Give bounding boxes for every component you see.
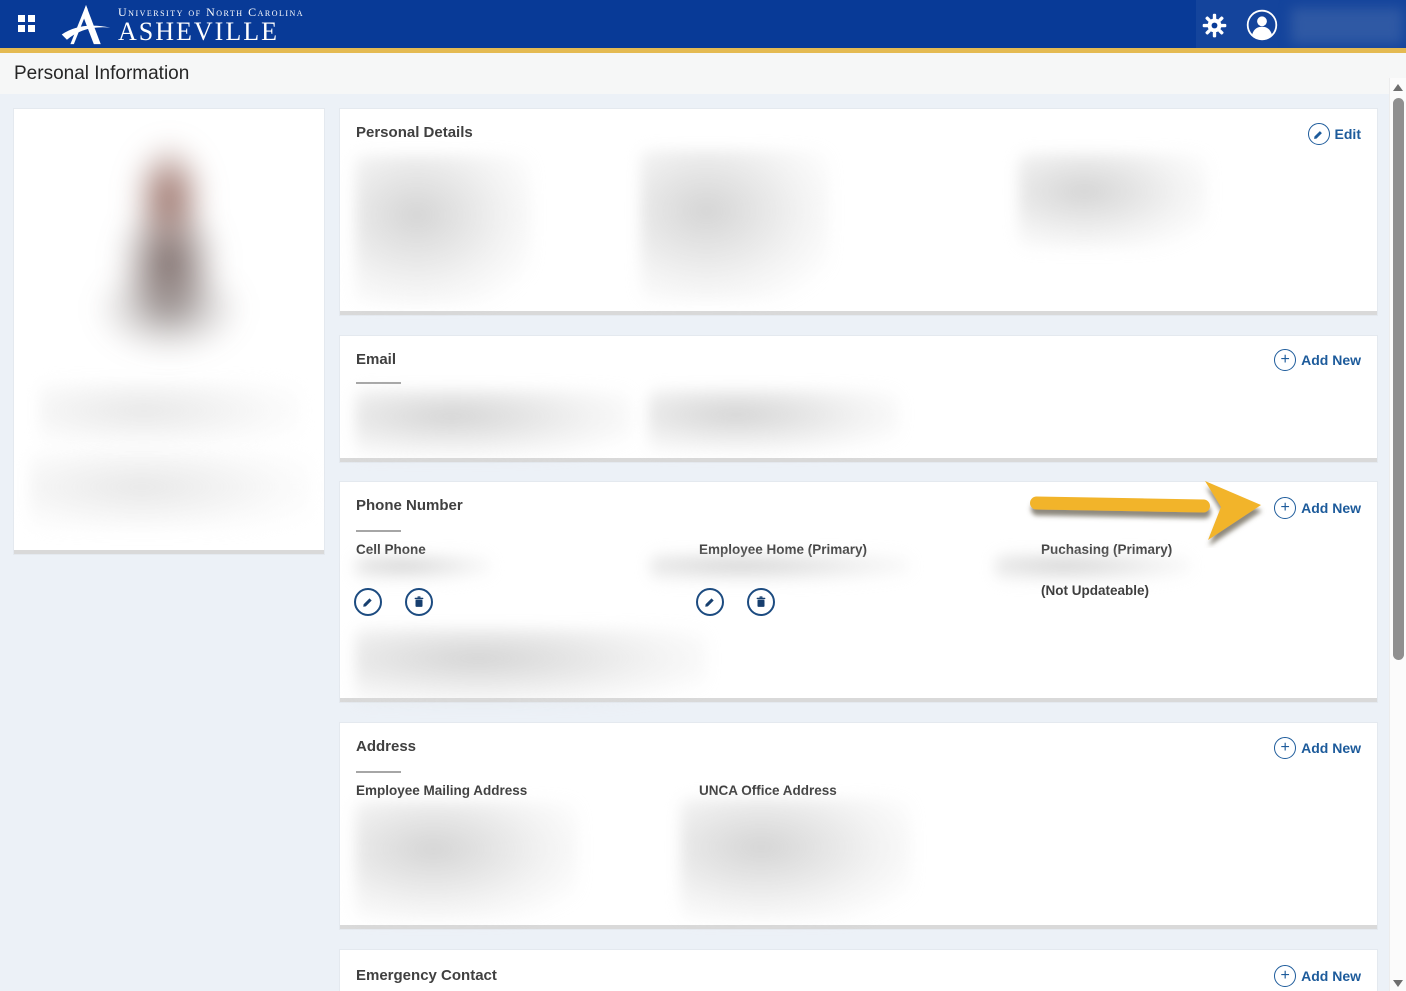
scrollbar-thumb[interactable] [1393,98,1404,660]
address-card: Address + Add New Employee Mailing Addre… [340,723,1377,929]
emergency-contact-title: Emergency Contact [356,967,497,984]
add-new-label: Add New [1301,740,1361,756]
settings-gear-icon[interactable] [1198,9,1230,41]
profile-photo-redacted [69,111,269,411]
email-title-underline [356,382,401,384]
unca-a-swoosh-icon [60,3,112,47]
plus-icon: + [1274,497,1296,519]
edit-label: Edit [1335,126,1361,142]
redacted-block [355,628,707,704]
profile-text-redacted [39,381,301,447]
phone-number-card: Phone Number + Add New Cell Phone Employ… [340,482,1377,702]
personal-details-title: Personal Details [356,124,473,141]
add-new-label: Add New [1301,352,1361,368]
personal-details-card: Personal Details Edit [340,109,1377,315]
pencil-icon [703,595,717,609]
unca-logo[interactable]: University of North Carolina ASHEVILLE [60,3,304,47]
profile-photo-card [14,109,324,554]
user-name-redacted[interactable] [1291,8,1403,44]
not-updateable-note: (Not Updateable) [1041,583,1149,598]
phone-number-title: Phone Number [356,497,463,514]
add-new-emergency-contact-button[interactable]: + Add New [1274,965,1361,987]
add-new-label: Add New [1301,500,1361,516]
redacted-address [355,801,579,921]
logo-line2: ASHEVILLE [118,19,304,45]
trash-icon [754,595,768,609]
redacted-email [648,389,900,453]
redacted-phone-value [995,554,1191,582]
address-title-underline [356,771,401,773]
redacted-address [680,798,912,921]
scroll-down-arrow-icon[interactable] [1393,980,1403,987]
scroll-up-arrow-icon[interactable] [1393,84,1403,91]
user-profile-icon[interactable] [1246,9,1278,41]
plus-icon: + [1274,965,1296,987]
redacted-detail [1018,153,1208,249]
edit-cell-phone-button[interactable] [354,588,382,616]
address-type-label: Employee Mailing Address [356,783,527,798]
emergency-contact-card: Emergency Contact + Add New [340,950,1377,991]
edit-pencil-icon [1308,123,1330,145]
pencil-icon [361,595,375,609]
redacted-detail [640,150,830,302]
address-type-label: UNCA Office Address [699,783,837,798]
add-new-address-button[interactable]: + Add New [1274,737,1361,759]
phone-title-underline [356,530,401,532]
page-title-strip: Personal Information [0,53,1406,94]
edit-personal-details-button[interactable]: Edit [1308,123,1361,145]
plus-icon: + [1274,349,1296,371]
add-new-email-button[interactable]: + Add New [1274,349,1361,371]
delete-cell-phone-button[interactable] [405,588,433,616]
email-card: Email + Add New [340,336,1377,462]
page-title: Personal Information [14,63,189,85]
redacted-detail [355,155,532,305]
add-new-label: Add New [1301,968,1361,984]
add-new-phone-button[interactable]: + Add New [1274,497,1361,519]
top-navigation-bar: University of North Carolina ASHEVILLE [0,0,1406,48]
plus-icon: + [1274,737,1296,759]
trash-icon [412,595,426,609]
personal-information-page: University of North Carolina ASHEVILLE [0,0,1406,991]
email-title: Email [356,351,396,368]
redacted-phone-value [355,555,491,581]
delete-home-phone-button[interactable] [747,588,775,616]
app-menu-icon[interactable] [18,15,36,33]
logo-line1: University of North Carolina [118,6,304,18]
address-title: Address [356,738,416,755]
vertical-scrollbar[interactable] [1389,78,1406,991]
redacted-email [355,389,632,457]
profile-text-redacted [29,451,311,531]
edit-home-phone-button[interactable] [696,588,724,616]
redacted-phone-value [650,554,910,582]
